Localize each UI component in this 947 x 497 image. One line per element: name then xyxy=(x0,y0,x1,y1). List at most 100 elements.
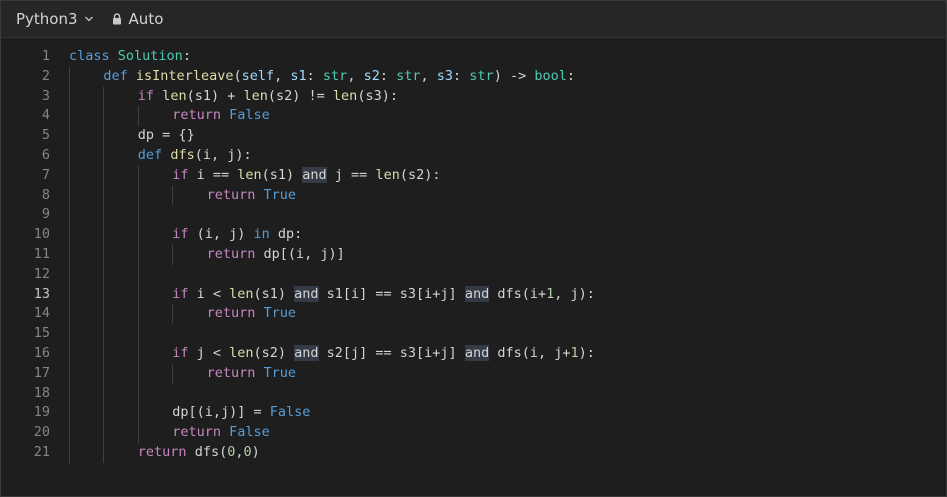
language-selector[interactable]: Python3 xyxy=(16,10,94,28)
code-token: def xyxy=(137,146,163,163)
code-token: dp: xyxy=(269,226,303,243)
code-editor-window: Python3 Auto 1 class Solution: 2 def isInte… xyxy=(0,0,947,497)
code-token: : xyxy=(379,67,397,84)
code-token: if xyxy=(172,166,189,183)
code-token: dfs(i+ xyxy=(489,285,547,302)
code-token: (s1) + xyxy=(186,87,244,104)
line-number: 21 xyxy=(33,443,50,460)
code-text: return False xyxy=(172,106,270,126)
code-text: return True xyxy=(207,364,296,384)
code-token: s2 xyxy=(363,67,380,84)
code-token: str xyxy=(469,67,494,84)
code-token: , xyxy=(274,67,291,84)
autosave-indicator: Auto xyxy=(112,10,164,28)
code-token: self xyxy=(241,67,275,84)
code-token: , xyxy=(420,67,437,84)
language-label: Python3 xyxy=(16,10,78,28)
line-number: 8 xyxy=(41,186,50,203)
code-token: : xyxy=(306,67,323,84)
indent-guide xyxy=(172,363,174,384)
line-number: 1 xyxy=(41,48,50,64)
code-token: return xyxy=(172,424,221,441)
code-token: and xyxy=(464,285,490,302)
code-token: return xyxy=(206,364,256,381)
code-token: and xyxy=(302,166,327,183)
code-token: dfs( xyxy=(186,443,228,460)
code-token: return xyxy=(172,107,221,124)
code-token: True xyxy=(263,364,297,381)
code-text: def isInterleave(self, s1: str, s2: str,… xyxy=(103,67,575,87)
line-number: 15 xyxy=(33,325,50,342)
code-token: return xyxy=(206,305,256,322)
code-text: if j < len(s2) and s2[j] == s3[i+j] and … xyxy=(172,344,595,364)
line-number: 6 xyxy=(41,146,50,163)
code-token: dp[(i,j)] = xyxy=(172,404,270,421)
code-token: dp[(i, j)] xyxy=(255,245,345,262)
code-token: ) -> xyxy=(493,67,535,84)
code-token: return xyxy=(206,245,256,262)
code-token: False xyxy=(269,404,311,421)
code-token: False xyxy=(229,107,270,124)
code-token: i == xyxy=(188,166,238,183)
code-token: len xyxy=(229,285,254,302)
code-token: if xyxy=(172,226,189,243)
code-token: if xyxy=(172,285,189,302)
code-text: if (i, j) in dp: xyxy=(172,225,302,245)
code-token: and xyxy=(294,344,319,361)
code-area[interactable]: 1 class Solution: 2 def isInterleave(self, … xyxy=(1,38,946,496)
code-token: , xyxy=(347,67,364,84)
code-token: : xyxy=(566,67,575,84)
code-token: (s1) xyxy=(253,285,295,302)
code-token: and xyxy=(294,285,319,302)
line-number: 9 xyxy=(41,206,50,223)
indent-guide xyxy=(137,165,139,443)
code-token: str xyxy=(322,67,348,84)
code-token: 1 xyxy=(570,344,579,361)
indent-guide xyxy=(172,304,174,325)
code-token: (s1) xyxy=(261,166,303,183)
code-token: s3 xyxy=(436,67,454,84)
code-token: (s3): xyxy=(357,87,398,104)
line-number: 17 xyxy=(33,364,50,381)
code-token: , xyxy=(235,443,244,460)
mode-label: Auto xyxy=(128,10,164,28)
code-token: s1 xyxy=(290,67,307,84)
line-number: 14 xyxy=(33,305,50,322)
code-token: s2[j] == s3[i+j] xyxy=(318,344,465,361)
code-text: return True xyxy=(207,186,296,206)
code-text: return False xyxy=(172,423,270,443)
code-token: and xyxy=(464,344,490,361)
code-token: ( xyxy=(233,67,242,84)
line-number: 3 xyxy=(41,87,50,104)
code-token: dfs(i, j+ xyxy=(489,344,571,361)
indent-guide xyxy=(69,66,70,463)
code-token: (s2) xyxy=(253,344,295,361)
line-number: 10 xyxy=(33,226,50,243)
code-text: class Solution: xyxy=(69,47,191,67)
line-number: 19 xyxy=(33,404,50,421)
lock-icon xyxy=(112,13,121,25)
code-token: True xyxy=(263,305,297,322)
code-token: (s2): xyxy=(399,166,441,183)
line-number: 18 xyxy=(33,384,50,401)
code-text: dp[(i,j)] = False xyxy=(172,403,310,423)
code-token: s1[i] == s3[i+j] xyxy=(318,285,465,302)
code-text: def dfs(i, j): xyxy=(138,146,252,166)
code-token: False xyxy=(229,424,270,441)
code-text: if len(s1) + len(s2) != len(s3): xyxy=(138,87,398,107)
line-number: 4 xyxy=(41,107,50,124)
line-number: 7 xyxy=(41,166,50,183)
code-token: ): xyxy=(578,344,595,361)
code-token: len xyxy=(243,87,268,104)
code-token: if xyxy=(172,344,189,361)
code-token: def xyxy=(103,67,128,84)
code-text: return True xyxy=(207,304,296,324)
chevron-down-icon xyxy=(84,16,93,22)
code-text: return dp[(i, j)] xyxy=(207,245,345,265)
indent-guide xyxy=(172,245,174,265)
